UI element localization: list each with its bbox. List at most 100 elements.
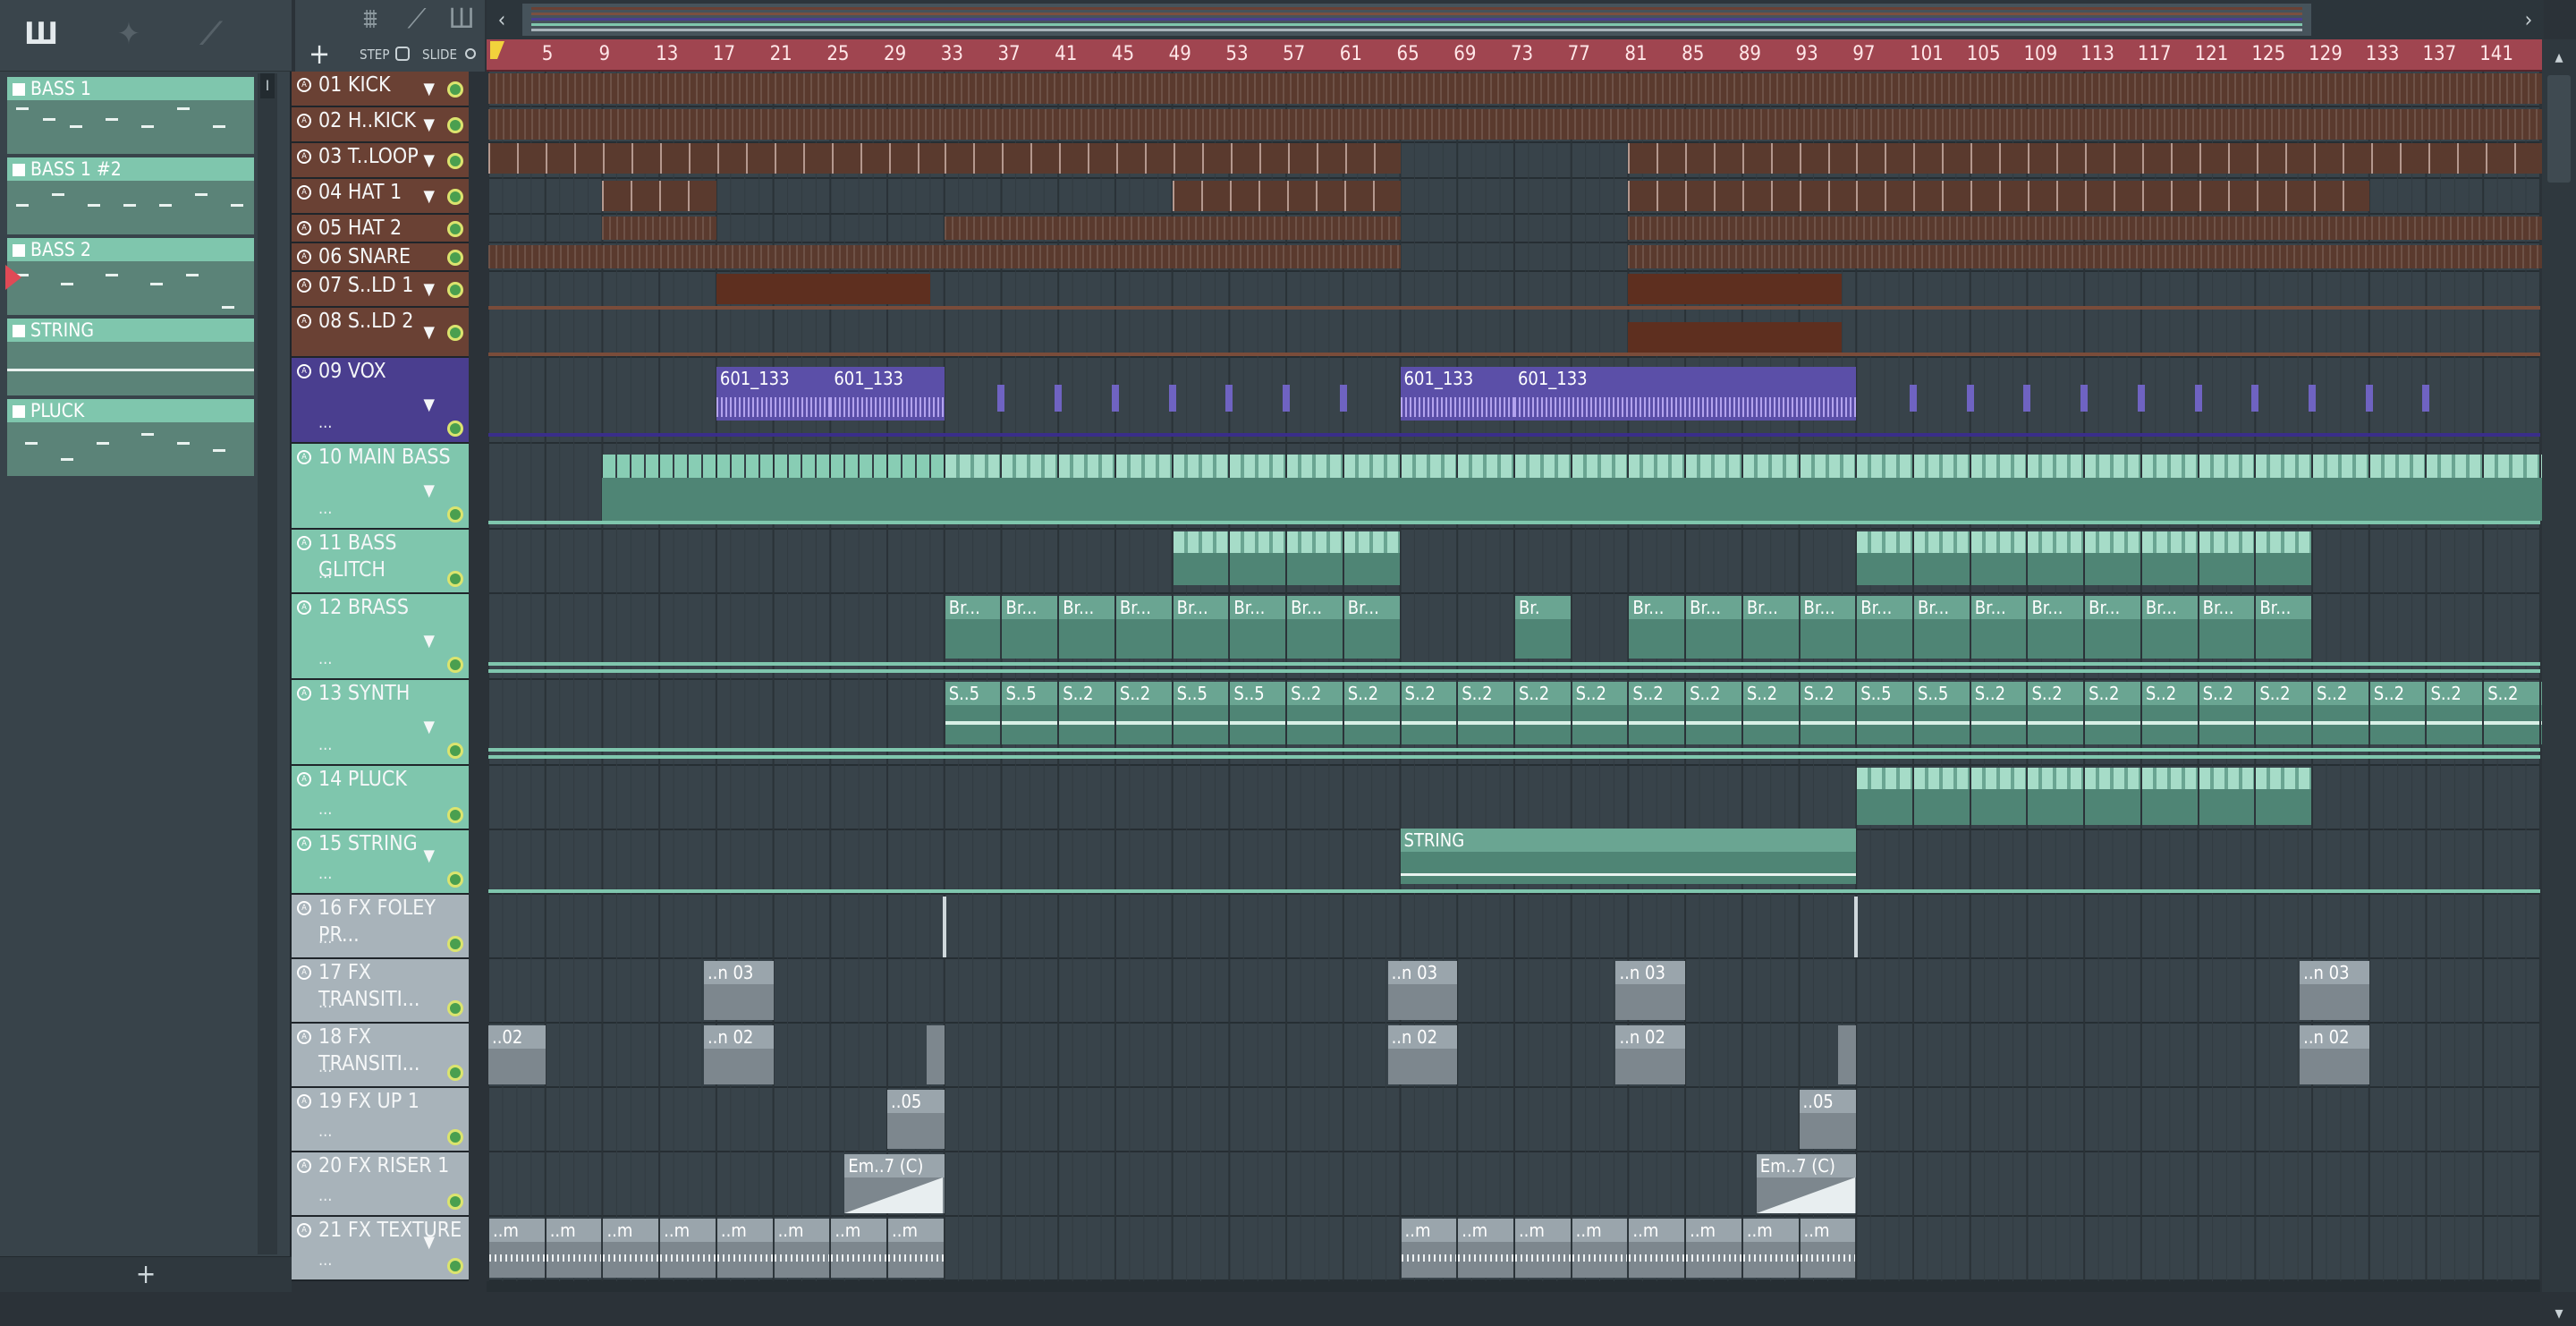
track-header[interactable]: A 19 FX UP 1... [292,1088,469,1152]
fx-transition-clip[interactable]: ..n 03 [1387,961,1458,1020]
vox-clip[interactable]: 601_133 [1513,367,1857,421]
synth-clip[interactable]: S..2 [1742,682,1799,744]
add-track-button[interactable]: + [295,36,343,72]
vertical-scrollbar[interactable]: ▴ ▾ [2542,39,2576,1323]
pluck-clip[interactable] [2141,768,2198,825]
pattern-item-bass-1[interactable]: BASS 1 [7,77,254,154]
pattern-item-bass-2[interactable]: BASS 2 [7,238,254,315]
vox-chop-clip[interactable] [1283,385,1291,412]
bass-clip[interactable] [945,455,1001,478]
bass-clip[interactable] [2028,455,2084,478]
bass-clip[interactable] [1629,455,1685,478]
track-header[interactable]: A 11 BASS GLITCH... [292,530,469,594]
track-menu-arrow-icon[interactable]: ▼ [424,714,435,741]
pattern-item-bass-1-2[interactable]: BASS 1 #2 [7,157,254,234]
bass-clip[interactable] [2256,455,2312,478]
fx-texture-clip[interactable]: ..m [774,1219,830,1278]
track-mute-led[interactable] [447,189,463,205]
track-enable-icon[interactable]: A [297,965,311,980]
fx-texture-clip[interactable]: ..m [1742,1219,1799,1278]
track-more[interactable]: ... [318,646,332,673]
pattern-icon[interactable]: Ш [440,0,483,39]
vox-chop-clip[interactable] [2137,385,2145,412]
song-position-marker[interactable] [490,41,504,59]
brass-clip[interactable]: Br... [2028,596,2084,659]
track-mute-led[interactable] [447,1065,463,1081]
track-more[interactable]: ... [318,560,332,587]
track-header[interactable]: A 21 FX TEXTURE ▼... [292,1217,469,1281]
brass-clip[interactable]: Br... [1287,596,1343,659]
track-header[interactable]: A 17 FX TRANSITI...... [292,959,469,1024]
bass-clip[interactable] [1970,455,2027,478]
fx-texture-clip[interactable]: ..m [716,1219,773,1278]
track-more[interactable]: ... [318,732,332,759]
brass-clip[interactable]: Br... [1059,596,1114,659]
fx-transition-clip[interactable]: ..n 02 [1615,1025,1686,1084]
fx-texture-clip[interactable]: ..m [1800,1219,1856,1278]
synth-clip[interactable]: S..2 [1059,682,1114,744]
track-header[interactable]: A 05 HAT 2 [292,215,469,243]
bass-glitch-clip[interactable] [2256,531,2312,585]
track-header[interactable]: A 02 H..KICK ▼ [292,107,469,143]
vox-chop-clip[interactable] [1111,385,1119,412]
synth-clip[interactable]: S..5 [1857,682,1912,744]
bass-clip[interactable] [2369,455,2426,478]
track-enable-icon[interactable]: A [297,772,311,786]
fx-transition-clip[interactable] [1838,1025,1857,1084]
lead1-clip[interactable] [1628,274,1843,304]
track-more[interactable]: ... [318,861,332,888]
bass-clip[interactable] [2313,455,2368,478]
track-enable-icon[interactable]: A [297,536,311,550]
brass-clip[interactable]: Br... [1173,596,1229,659]
synth-clip[interactable]: S..5 [945,682,1001,744]
brass-clip[interactable]: Br... [1343,596,1400,659]
bass-glitch-clip[interactable] [1857,531,1912,585]
track-mute-led[interactable] [447,743,463,759]
audio-clips-view-icon[interactable]: ✦ [102,16,156,52]
track-enable-icon[interactable]: A [297,686,311,701]
track-enable-icon[interactable]: A [297,450,311,464]
bass-note-clip[interactable] [874,455,887,478]
synth-clip[interactable]: S..5 [1230,682,1286,744]
synth-clip[interactable]: S..5 [1173,682,1229,744]
synth-clip[interactable]: S..2 [2256,682,2312,744]
brass-clip[interactable]: Br... [2199,596,2255,659]
track-menu-arrow-icon[interactable]: ▼ [424,148,435,174]
fx-transition-clip[interactable] [926,1025,945,1084]
brass-clip[interactable]: Br... [1686,596,1741,659]
bass-note-clip[interactable] [802,455,816,478]
track-enable-icon[interactable]: A [297,1223,311,1237]
fx-riser-clip[interactable]: Em..7 (C) [844,1154,945,1213]
bass-note-clip[interactable] [831,455,844,478]
bass-note-clip[interactable] [731,455,744,478]
bass-note-clip[interactable] [860,455,873,478]
track-header[interactable]: A 15 STRING ▼... [292,830,469,895]
fx-up-clip[interactable]: ..05 [1799,1090,1857,1149]
fx-texture-clip[interactable]: ..m [489,1219,545,1278]
bass-note-clip[interactable] [603,455,616,478]
track-mute-led[interactable] [447,506,463,523]
track-header[interactable]: A 07 S..LD 1 ▼ [292,272,469,308]
fx-transition-clip[interactable]: ..n 02 [1387,1025,1458,1084]
bass-note-clip[interactable] [916,455,929,478]
bass-glitch-clip[interactable] [1173,531,1229,585]
automation-view-icon[interactable]: ⟋ [184,16,238,52]
lead2-clip[interactable] [1628,322,1843,354]
vox-clip[interactable]: 601_133 [1400,367,1514,421]
slide-toggle[interactable] [465,48,476,59]
scroll-up-icon[interactable]: ▴ [2547,43,2571,70]
track-more[interactable]: ... [318,1054,332,1081]
vox-chop-clip[interactable] [1225,385,1233,412]
bass-note-clip[interactable] [716,455,730,478]
vox-chop-clip[interactable] [1966,385,1974,412]
bass-clip[interactable] [2484,455,2539,478]
bass-glitch-clip[interactable] [1287,531,1343,585]
vox-clip[interactable]: 601_133 [830,367,945,421]
brass-clip[interactable]: Br... [1115,596,1172,659]
bass-note-clip[interactable] [930,455,944,478]
bass-note-clip[interactable] [674,455,687,478]
top-loop-clip[interactable] [488,143,945,174]
track-mute-led[interactable] [447,221,463,237]
track-mute-led[interactable] [447,571,463,587]
pattern-item-string[interactable]: STRING [7,319,254,395]
